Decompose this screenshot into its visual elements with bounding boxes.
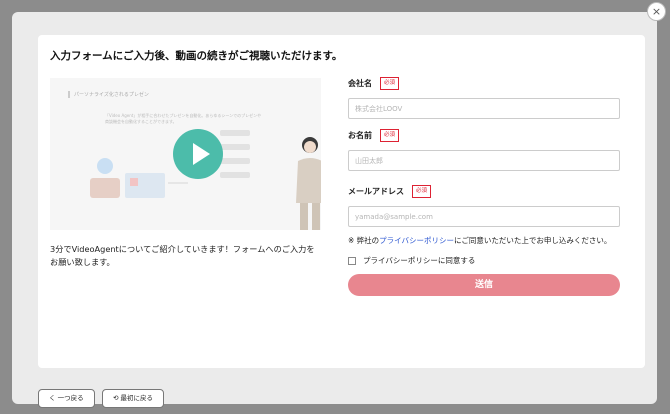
email-field[interactable]	[348, 206, 620, 227]
privacy-policy-link[interactable]: プライバシーポリシー	[379, 236, 454, 245]
privacy-agree-row[interactable]: プライバシーポリシーに同意する	[348, 255, 620, 266]
restart-button[interactable]: ⟲ 最初に戻る	[102, 389, 165, 408]
play-icon[interactable]	[173, 129, 223, 179]
privacy-agree-checkbox[interactable]	[348, 256, 356, 265]
email-label-row: メールアドレス 必須	[348, 183, 620, 200]
required-badge: 必須	[380, 77, 400, 90]
submit-button[interactable]: 送信	[348, 274, 620, 296]
privacy-notice: ※ 弊社のプライバシーポリシーにご同意いただいた上でお申し込みください。	[348, 235, 620, 246]
video-player[interactable]: パーソナライズ化されるプレゼン 「Video Agent」が相手に合わせたプレゼ…	[50, 78, 321, 230]
company-label-row: 会社名 必須	[348, 75, 620, 92]
close-icon[interactable]: ×	[647, 2, 666, 21]
presenter-figure	[296, 137, 321, 230]
video-flow-diagram	[220, 130, 260, 200]
video-slide-title: パーソナライズ化されるプレゼン	[68, 91, 149, 98]
company-field[interactable]	[348, 98, 620, 119]
modal-content-card: 入力フォームにご入力後、動画の続きがご視聴いただけます。 パーソナライズ化される…	[38, 35, 645, 368]
back-one-button[interactable]: く 一つ戻る	[38, 389, 95, 408]
name-label-row: お名前 必須	[348, 127, 620, 144]
privacy-notice-suffix: にご同意いただいた上でお申し込みください。	[454, 236, 612, 245]
email-label: メールアドレス	[348, 187, 404, 196]
privacy-agree-label: プライバシーポリシーに同意する	[363, 256, 476, 265]
name-field[interactable]	[348, 150, 620, 171]
company-label: 会社名	[348, 79, 372, 88]
required-badge: 必須	[380, 129, 400, 142]
video-slide-text: 「Video Agent」が相手に合わせたプレゼンを自動化。あらゆるシーンでのプ…	[105, 113, 262, 124]
required-badge: 必須	[412, 185, 432, 198]
video-form-modal: 入力フォームにご入力後、動画の続きがご視聴いただけます。 パーソナライズ化される…	[12, 12, 657, 408]
modal-heading: 入力フォームにご入力後、動画の続きがご視聴いただけます。	[50, 50, 343, 62]
video-description: 3分でVideoAgentについてご紹介していきます！フォームへのご入力をお願い…	[50, 244, 315, 267]
lead-form: 会社名 必須 お名前 必須 メールアドレス 必須 ※ 弊社のプライバシーポリシー…	[348, 75, 620, 296]
name-label: お名前	[348, 131, 372, 140]
privacy-notice-prefix: ※ 弊社の	[348, 236, 380, 245]
